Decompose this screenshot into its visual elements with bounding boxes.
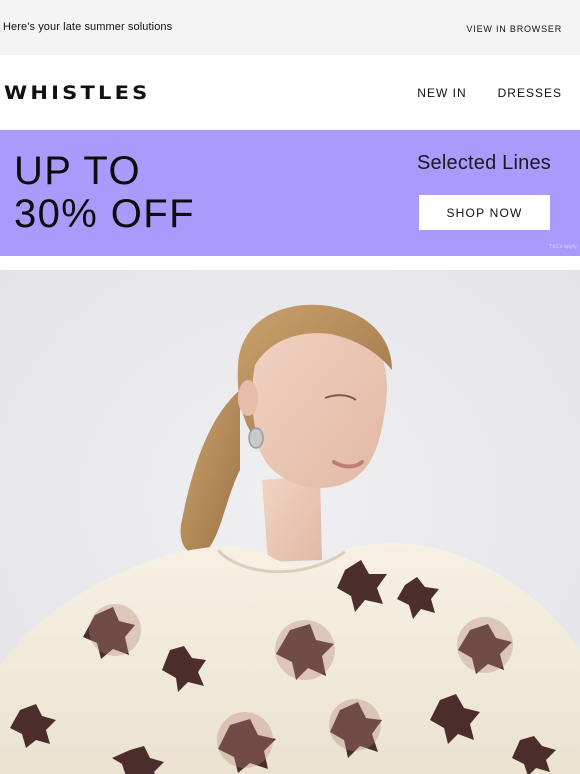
terms-note: T&Cs apply (549, 244, 577, 250)
promo-banner[interactable]: UP TO 30% OFF Selected Lines SHOP NOW T&… (0, 130, 580, 256)
preheader-bar: Here's your late summer solutions VIEW I… (0, 0, 580, 55)
hero-image[interactable] (0, 270, 580, 774)
promo-subtitle: Selected Lines (416, 152, 551, 174)
promo-headline-line1: UP TO (14, 149, 142, 193)
site-header: WHISTLES NEW IN DRESSES (0, 55, 580, 130)
hero-photo-illustration (0, 270, 580, 774)
shop-now-button[interactable]: SHOP NOW (419, 195, 550, 230)
nav-new-in[interactable]: NEW IN (417, 86, 466, 100)
brand-logo[interactable]: WHISTLES (4, 82, 150, 103)
promo-headline-line2: 30% OFF (14, 192, 195, 236)
preheader-text: Here's your late summer solutions (3, 21, 173, 33)
nav-dresses[interactable]: DRESSES (498, 86, 562, 100)
view-in-browser-link[interactable]: VIEW IN BROWSER (466, 24, 562, 34)
promo-headline: UP TO 30% OFF (14, 150, 195, 236)
main-nav: NEW IN DRESSES (417, 86, 562, 100)
